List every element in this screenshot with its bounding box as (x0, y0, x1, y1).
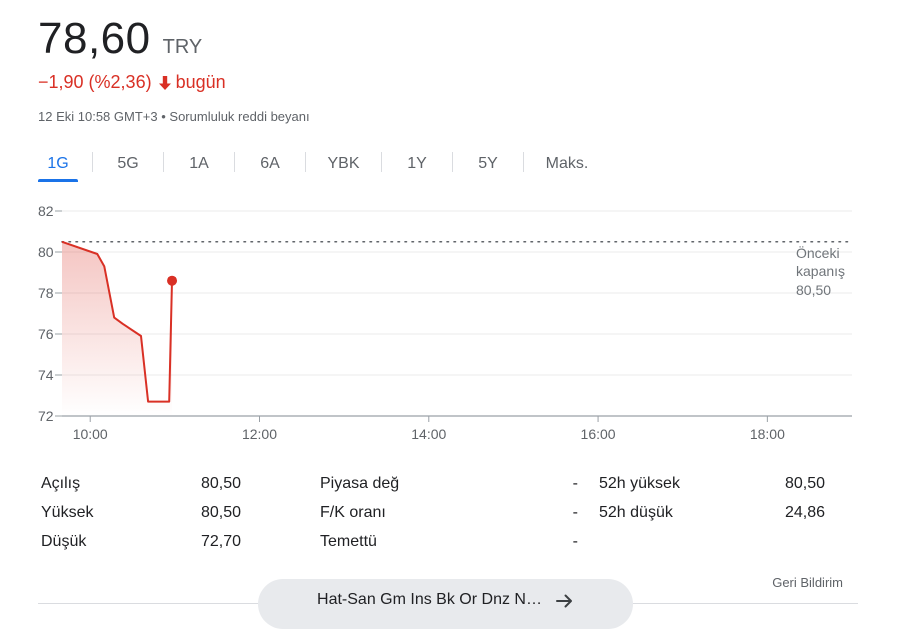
stat-label: 52h yüksek (599, 475, 680, 492)
stat-52w-high: 52h yüksek 80,50 (599, 470, 825, 498)
stat-value: 80,50 (200, 504, 241, 521)
stat-value: - (572, 475, 578, 492)
previous-close-label-line1: Önceki (796, 244, 840, 261)
tab-5y[interactable]: 5Y (453, 146, 523, 182)
quote-meta: 12 Eki 10:58 GMT+3 • Sorumluluk reddi be… (38, 109, 310, 124)
stat-label: Yüksek (41, 504, 94, 521)
y-tick-label: 78 (38, 285, 54, 301)
stat-label: Temettü (320, 533, 377, 550)
stat-dividend: Temettü - (320, 528, 578, 556)
stat-label: 52h düşük (599, 504, 673, 521)
currency-code: TRY (162, 36, 203, 58)
stat-label: Düşük (41, 533, 87, 550)
x-tick-label: 12:00 (242, 426, 277, 442)
chart-series (61, 240, 853, 416)
stat-value: 80,50 (200, 475, 241, 492)
x-tick-label: 14:00 (411, 426, 446, 442)
chart-grid (62, 210, 852, 376)
tab-1g[interactable]: 1G (38, 146, 78, 182)
change-value: −1,90 (%2,36) (38, 72, 152, 92)
x-axis: 10:00 12:00 14:00 16:00 18:00 (62, 415, 852, 442)
stat-value: - (572, 533, 578, 550)
tab-5g[interactable]: 5G (93, 146, 163, 182)
y-tick-label: 76 (38, 326, 54, 342)
price-header: 78,60 TRY (38, 14, 202, 64)
disclaimer-link[interactable]: Sorumluluk reddi beyanı (169, 109, 309, 124)
y-tick-label: 80 (38, 244, 54, 260)
last-price-point (167, 275, 178, 286)
y-tick-label: 82 (38, 203, 54, 219)
stat-pe-ratio: F/K oranı - (320, 499, 578, 527)
feedback-link[interactable]: Geri Bildirim (772, 575, 843, 590)
stat-high: Yüksek 80,50 (41, 499, 241, 527)
arrow-right-icon (555, 594, 572, 608)
tab-6a[interactable]: 6A (235, 146, 305, 182)
stat-label: Piyasa değ (320, 475, 400, 492)
stat-label: Açılış (41, 475, 81, 492)
arrow-down-icon (158, 75, 171, 90)
x-tick-label: 10:00 (73, 426, 108, 442)
price-change: −1,90 (%2,36) bugün (38, 72, 226, 93)
stat-value: 24,86 (784, 504, 825, 521)
previous-close-value: 80,50 (796, 282, 831, 298)
tab-1y[interactable]: 1Y (382, 146, 452, 182)
x-tick-label: 16:00 (581, 426, 616, 442)
y-tick-label: 72 (38, 408, 54, 424)
stat-value: - (572, 504, 578, 521)
stat-market-cap: Piyasa değ - (320, 470, 578, 498)
stat-value: 80,50 (784, 475, 825, 492)
price-area (62, 241, 172, 416)
tab-maks[interactable]: Maks. (524, 146, 610, 182)
change-period: bugün (175, 72, 226, 92)
stat-value: 72,70 (200, 533, 241, 550)
previous-close-label: Önceki kapanış 80,50 (796, 244, 845, 298)
more-about-button[interactable]: Hat-San Gm Ins Bk Or Dnz N… (258, 579, 633, 629)
stat-label: F/K oranı (320, 504, 386, 521)
more-about-label: Hat-San Gm Ins Bk Or Dnz N… (317, 591, 542, 608)
meta-separator: • (161, 109, 166, 124)
stat-open: Açılış 80,50 (41, 470, 241, 498)
y-axis: 72 74 76 78 80 82 (38, 203, 62, 424)
x-tick-label: 18:00 (750, 426, 785, 442)
quote-timestamp: 12 Eki 10:58 GMT+3 (38, 109, 158, 124)
range-tabs: 1G 5G 1A 6A YBK 1Y 5Y Maks. (38, 146, 610, 182)
stat-low: Düşük 72,70 (41, 528, 241, 556)
current-price: 78,60 (38, 14, 151, 63)
tab-ybk[interactable]: YBK (306, 146, 381, 182)
tab-1a[interactable]: 1A (164, 146, 234, 182)
price-chart[interactable]: 72 74 76 78 80 82 10:00 12:00 14:00 16:00 18:00 Ö… (0, 196, 897, 454)
y-tick-label: 74 (38, 367, 54, 383)
previous-close-label-line2: kapanış (796, 263, 845, 279)
stat-52w-low: 52h düşük 24,86 (599, 499, 825, 527)
